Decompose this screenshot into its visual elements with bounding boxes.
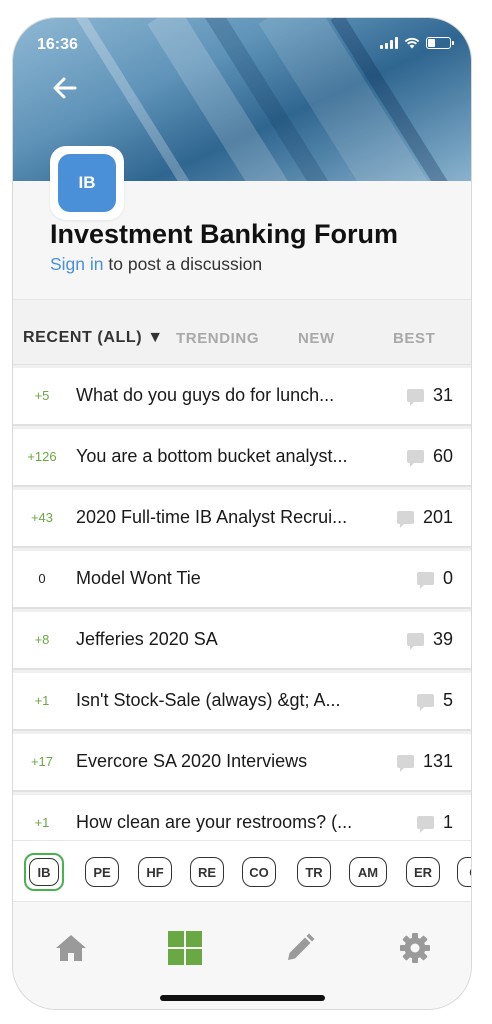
comment-count-value: 31 [432,385,453,405]
thread-score: +17 [30,754,54,769]
comment-bubble-icon [406,633,424,650]
forum-chip-re[interactable]: RE [190,857,224,887]
page-title: Investment Banking Forum [50,219,399,249]
comment-bubble-icon [416,572,434,589]
forum-switcher: IB PE HF RE CO TR AM ER C [13,840,471,902]
comment-count-value: 39 [432,629,453,649]
thread-row[interactable]: +1 How clean are your restrooms? (... 1 [13,795,471,840]
comment-count: 201 [396,507,453,528]
thread-title: What do you guys do for lunch... [76,385,335,405]
thread-score: 0 [38,571,46,586]
forum-chip-ib[interactable]: IB [24,853,64,891]
thread-score: +1 [34,693,50,708]
comment-bubble-icon [416,694,434,711]
comment-count-value: 1 [442,812,453,832]
battery-icon [426,37,454,49]
comment-count: 0 [416,568,453,589]
forum-chip-am[interactable]: AM [349,857,387,887]
thread-title: How clean are your restrooms? (... [76,812,353,832]
thread-row[interactable]: 0 Model Wont Tie 0 [13,551,471,609]
thread-row[interactable]: +43 2020 Full-time IB Analyst Recrui... … [13,490,471,548]
thread-score: +126 [27,449,57,464]
forum-chip-co[interactable]: CO [242,857,276,887]
tab-best[interactable]: BEST [393,330,435,347]
home-icon[interactable] [51,928,91,968]
thread-score: +43 [30,510,54,525]
thread-title: Evercore SA 2020 Interviews [76,751,308,771]
comment-bubble-icon [416,816,434,833]
sign-in-prompt: Sign in to post a discussion [50,254,262,275]
thread-score: +5 [34,388,50,403]
comment-count: 131 [396,751,453,772]
comment-count-value: 201 [422,507,453,527]
sign-in-suffix: to post a discussion [103,254,263,274]
thread-row[interactable]: +8 Jefferies 2020 SA 39 [13,612,471,670]
thread-title: Jefferies 2020 SA [76,629,218,649]
forum-chip-label: IB [29,858,59,886]
thread-title: 2020 Full-time IB Analyst Recrui... [76,507,348,527]
back-arrow-icon[interactable] [51,74,87,110]
signal-icon [380,37,398,49]
thread-title: You are a bottom bucket analyst... [76,446,348,466]
comment-count: 1 [416,812,453,833]
comment-bubble-icon [406,389,424,406]
comment-count-value: 131 [422,751,453,771]
thread-title: Isn't Stock-Sale (always) &gt; A... [76,690,341,710]
comment-count: 31 [406,385,453,406]
comment-bubble-icon [396,755,414,772]
sign-in-link[interactable]: Sign in [50,254,104,274]
comment-count: 39 [406,629,453,650]
comment-bubble-icon [406,450,424,467]
tab-recent[interactable]: RECENT (ALL) ▼ [23,329,164,347]
home-indicator [160,995,325,1001]
thread-row[interactable]: +17 Evercore SA 2020 Interviews 131 [13,734,471,792]
thread-title: Model Wont Tie [76,568,201,588]
thread-list: +5 What do you guys do for lunch... 31 +… [13,365,471,840]
status-time: 16:36 [37,36,78,53]
status-bar: 16:36 [13,18,471,66]
status-icons [380,37,454,49]
comment-count-value: 5 [442,690,453,710]
pencil-icon[interactable] [280,928,320,968]
bottom-tab-bar [13,902,471,1009]
tab-trending[interactable]: TRENDING [176,330,259,347]
comment-count: 5 [416,690,453,711]
thread-row[interactable]: +1 Isn't Stock-Sale (always) &gt; A... 5 [13,673,471,731]
thread-row[interactable]: +126 You are a bottom bucket analyst... … [13,429,471,487]
wifi-icon [404,37,420,49]
phone-screen: 16:36 IB Investment Banking Forum Sign i… [12,17,472,1010]
sort-tabs: RECENT (ALL) ▼ TRENDING NEW BEST [13,299,471,365]
forum-chip-hf[interactable]: HF [138,857,172,887]
comment-bubble-icon [396,511,414,528]
gear-icon[interactable] [395,928,435,968]
forum-logo: IB [50,146,124,220]
thread-score: +8 [34,632,50,647]
comment-count: 60 [406,446,453,467]
grid-icon[interactable] [165,928,205,968]
forum-chip-tr[interactable]: TR [297,857,331,887]
comment-count-value: 0 [442,568,453,588]
thread-row[interactable]: +5 What do you guys do for lunch... 31 [13,368,471,426]
forum-chip-er[interactable]: ER [406,857,440,887]
forum-chip-more[interactable]: C [457,857,471,887]
thread-score: +1 [34,815,50,830]
forum-chip-pe[interactable]: PE [85,857,119,887]
tab-new[interactable]: NEW [298,330,335,347]
comment-count-value: 60 [432,446,453,466]
forum-logo-text: IB [58,154,116,212]
